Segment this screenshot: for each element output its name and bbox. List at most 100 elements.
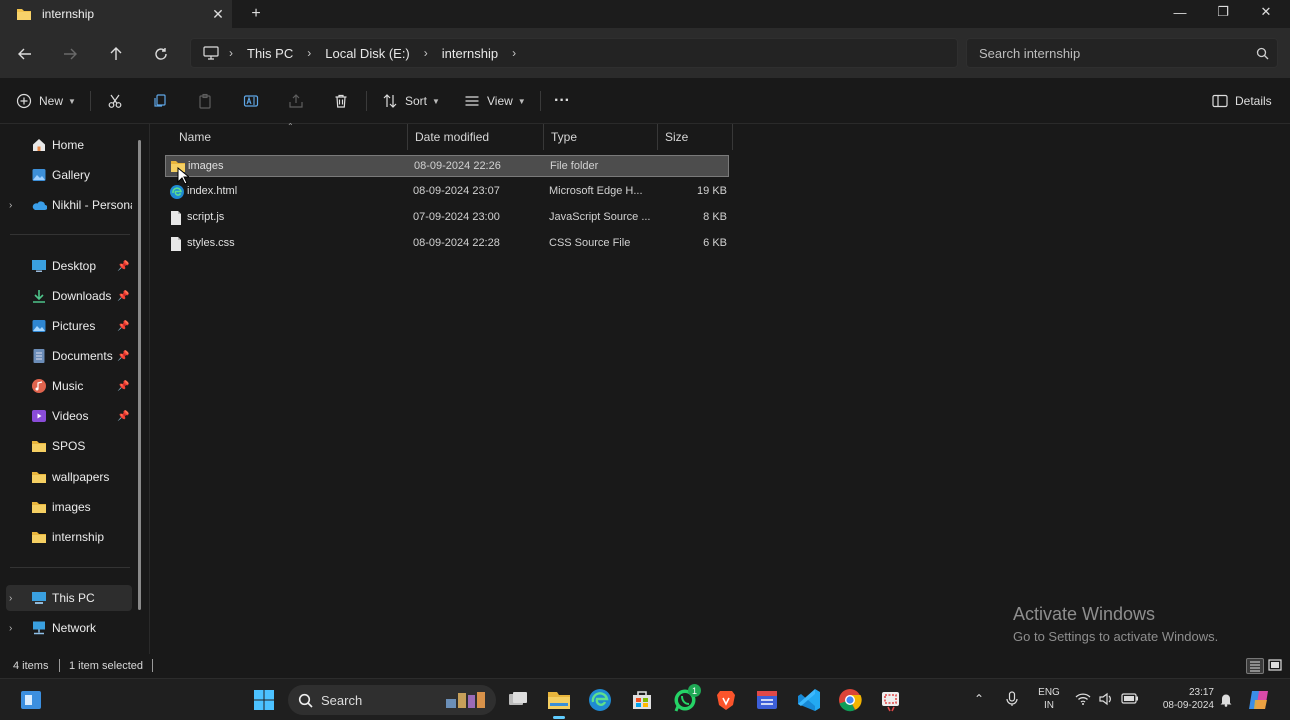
widgets-icon[interactable] xyxy=(16,685,46,715)
sidebar-item-label: SPOS xyxy=(52,439,86,453)
wifi-icon[interactable] xyxy=(1075,692,1091,705)
brave-icon[interactable] xyxy=(711,685,741,715)
address-bar[interactable]: › This PC › Local Disk (E:) › internship… xyxy=(190,38,958,68)
language-indicator[interactable]: ENG IN xyxy=(1036,687,1062,711)
details-pane-icon xyxy=(1212,94,1228,108)
sidebar-item-onedrive[interactable]: › Nikhil - Personal xyxy=(0,192,132,218)
folder-icon xyxy=(31,529,47,545)
breadcrumb-internship[interactable]: internship xyxy=(438,46,502,61)
chevron-right-icon[interactable]: › xyxy=(414,46,438,60)
maximize-button[interactable]: ❐ xyxy=(1201,0,1245,24)
details-pane-button[interactable]: Details xyxy=(1212,89,1272,113)
file-row-styles-css[interactable]: styles.css 08-09-2024 22:28 CSS Source F… xyxy=(165,233,729,255)
close-tab-icon[interactable]: ✕ xyxy=(204,2,232,26)
file-size: 6 KB xyxy=(703,237,727,249)
edge-icon[interactable] xyxy=(585,685,615,715)
search-input[interactable] xyxy=(979,45,1247,61)
sidebar-item-network[interactable]: › Network xyxy=(0,615,132,641)
share-button[interactable] xyxy=(288,89,304,113)
new-tab-button[interactable]: + xyxy=(244,3,268,25)
details-view-toggle[interactable] xyxy=(1246,658,1264,674)
pictures-icon xyxy=(31,318,47,334)
sidebar-item-downloads[interactable]: Downloads 📌 xyxy=(0,283,132,309)
close-window-button[interactable]: ✕ xyxy=(1244,0,1288,24)
refresh-button[interactable] xyxy=(148,41,174,67)
more-options-button[interactable]: ··· xyxy=(554,89,570,113)
chrome-icon[interactable] xyxy=(835,685,865,715)
snipping-tool-icon[interactable] xyxy=(876,685,906,715)
show-hidden-icons-icon[interactable]: ⌃ xyxy=(974,692,984,706)
forward-button[interactable] xyxy=(57,41,83,67)
column-header-type[interactable]: Type xyxy=(544,124,658,150)
chevron-right-icon[interactable]: › xyxy=(297,46,321,60)
sidebar-item-this-pc[interactable]: › This PC xyxy=(6,585,132,611)
calendar-app-icon[interactable] xyxy=(752,685,782,715)
new-button[interactable]: New ▼ xyxy=(16,89,76,113)
microphone-icon[interactable] xyxy=(1005,691,1019,707)
sidebar-item-videos[interactable]: Videos 📌 xyxy=(0,403,132,429)
chevron-right-icon[interactable]: › xyxy=(9,593,21,604)
language-code: ENG xyxy=(1038,687,1060,698)
rename-button[interactable] xyxy=(243,89,259,113)
notifications-icon[interactable] xyxy=(1219,692,1233,707)
taskbar: Search 1 ⌃ ENG IN 23:17 08-09-2024 xyxy=(0,678,1290,720)
view-button[interactable]: View ▼ xyxy=(464,89,526,113)
chevron-right-icon[interactable]: › xyxy=(502,46,526,60)
microsoft-store-icon[interactable] xyxy=(627,685,657,715)
volume-icon[interactable] xyxy=(1098,692,1114,706)
minimize-button[interactable]: — xyxy=(1158,0,1202,24)
sidebar-item-home[interactable]: Home xyxy=(0,132,132,158)
chevron-right-icon[interactable]: › xyxy=(9,623,21,634)
sidebar-item-documents[interactable]: Documents 📌 xyxy=(0,343,132,369)
vscode-icon[interactable] xyxy=(794,685,824,715)
file-row-images[interactable]: images 08-09-2024 22:26 File folder xyxy=(165,155,729,177)
start-button[interactable] xyxy=(249,685,279,715)
new-label: New xyxy=(39,94,64,108)
file-row-index-html[interactable]: index.html 08-09-2024 23:07 Microsoft Ed… xyxy=(165,181,729,203)
tab-internship[interactable]: internship ✕ xyxy=(0,0,232,28)
up-button[interactable] xyxy=(103,41,129,67)
file-name: script.js xyxy=(187,211,225,223)
plus-circle-icon xyxy=(16,93,32,109)
sidebar-item-pictures[interactable]: Pictures 📌 xyxy=(0,313,132,339)
column-header-size[interactable]: Size xyxy=(658,124,733,150)
file-explorer-icon[interactable] xyxy=(544,685,574,719)
chevron-right-icon[interactable]: › xyxy=(9,200,21,211)
sidebar-item-spos[interactable]: SPOS xyxy=(0,433,132,459)
back-button[interactable] xyxy=(12,41,38,67)
whatsapp-icon[interactable]: 1 xyxy=(670,684,701,715)
sidebar-item-desktop[interactable]: Desktop 📌 xyxy=(0,253,132,279)
copilot-icon[interactable] xyxy=(1246,688,1272,712)
paste-button[interactable] xyxy=(197,89,213,113)
delete-button[interactable] xyxy=(333,89,349,113)
breadcrumb-this-pc[interactable]: This PC xyxy=(243,46,297,61)
sidebar-item-gallery[interactable]: Gallery xyxy=(0,162,132,188)
sidebar-item-wallpapers[interactable]: wallpapers xyxy=(0,464,132,490)
breadcrumb-local-disk[interactable]: Local Disk (E:) xyxy=(321,46,414,61)
sort-button[interactable]: Sort ▼ xyxy=(382,89,440,113)
tiles-view-toggle[interactable] xyxy=(1267,658,1285,674)
task-view-icon[interactable] xyxy=(503,685,533,715)
file-row-script-js[interactable]: script.js 07-09-2024 23:00 JavaScript So… xyxy=(165,207,729,229)
chevron-down-icon: ▼ xyxy=(68,96,76,106)
battery-icon[interactable] xyxy=(1121,693,1139,704)
sidebar-item-label: internship xyxy=(52,530,105,544)
cut-button[interactable] xyxy=(107,89,123,113)
chevron-right-icon[interactable]: › xyxy=(219,46,243,60)
copy-button[interactable] xyxy=(152,89,168,113)
divider xyxy=(59,659,60,672)
search-icon[interactable] xyxy=(1247,47,1277,60)
sidebar-item-internship[interactable]: internship xyxy=(0,524,132,550)
sidebar-item-music[interactable]: Music 📌 xyxy=(0,373,132,399)
taskbar-search[interactable]: Search xyxy=(288,685,496,715)
clock[interactable]: 23:17 08-09-2024 xyxy=(1150,687,1214,711)
file-name: styles.css xyxy=(187,237,235,249)
column-header-date-modified[interactable]: Date modified xyxy=(408,124,544,150)
edge-icon xyxy=(169,184,185,200)
copy-icon xyxy=(152,93,168,109)
file-type: JavaScript Source ... xyxy=(549,211,651,223)
notification-badge: 1 xyxy=(688,684,701,697)
divider xyxy=(366,91,367,111)
sidebar-item-images[interactable]: images xyxy=(0,494,132,520)
sidebar-scrollbar[interactable] xyxy=(138,140,141,610)
